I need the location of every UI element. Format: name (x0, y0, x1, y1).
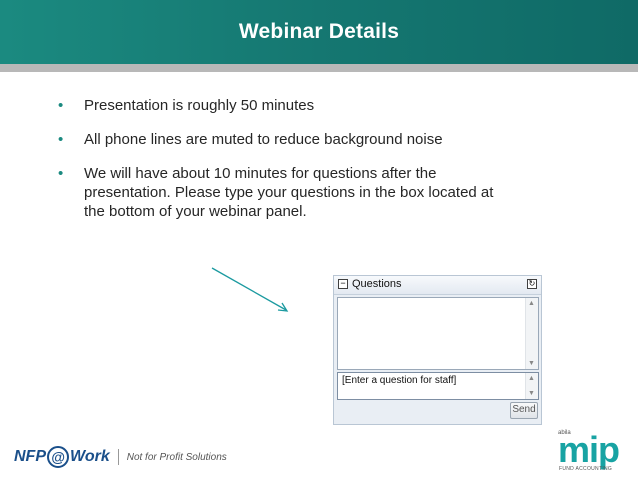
bullet-text: We will have about 10 minutes for questi… (84, 165, 494, 220)
scroll-up-icon[interactable]: ▲ (528, 300, 535, 307)
question-input[interactable]: [Enter a question for staff] ▲ ▼ (337, 372, 539, 400)
slide-header: Webinar Details (0, 0, 638, 64)
bullet-dot-icon: • (58, 97, 64, 114)
mip-subtitle: FUND ACCOUNTING (559, 466, 613, 472)
scroll-down-icon[interactable]: ▼ (528, 360, 535, 367)
question-input-placeholder: [Enter a question for staff] (342, 375, 457, 386)
questions-log-scrollbar[interactable]: ▲ ▼ (525, 298, 538, 369)
questions-log: ▲ ▼ (337, 297, 539, 370)
send-button[interactable]: Send (510, 402, 538, 419)
bullet-text: Presentation is roughly 50 minutes (84, 97, 315, 114)
bullet-item: • Presentation is roughly 50 minutes (56, 96, 496, 115)
scroll-up-icon[interactable]: ▲ (528, 375, 535, 382)
logo-at-icon: @ (47, 446, 69, 468)
pointer-arrow-icon (211, 267, 289, 312)
bullet-dot-icon: • (58, 165, 64, 182)
slide-title: Webinar Details (238, 20, 400, 43)
bullet-dot-icon: • (58, 131, 64, 148)
scroll-down-icon[interactable]: ▼ (528, 390, 535, 397)
question-input-scrollbar[interactable]: ▲ ▼ (525, 373, 538, 399)
bullet-list: • Presentation is roughly 50 minutes • A… (56, 96, 496, 236)
bullet-item: • We will have about 10 minutes for ques… (56, 164, 496, 221)
questions-title: Questions (352, 278, 402, 290)
questions-panel: − Questions ↻ ▲ ▼ [Enter a question for … (333, 275, 542, 425)
nfp-at-work-logo: NFP @ Work Not for Profit Solutions (14, 446, 227, 468)
mip-text: mip (558, 429, 620, 470)
logo-divider (117, 449, 119, 465)
logo-work-text: Work (70, 448, 110, 465)
footer-tagline: Not for Profit Solutions (126, 451, 227, 463)
header-divider-bar (0, 64, 638, 72)
abila-mip-logo: abila mip FUND ACCOUNTING (558, 430, 626, 474)
questions-titlebar: − Questions ↻ (334, 276, 541, 295)
minus-box-icon[interactable]: − (338, 279, 348, 289)
popout-icon[interactable]: ↻ (527, 279, 537, 289)
bullet-text: All phone lines are muted to reduce back… (84, 131, 443, 148)
bullet-item: • All phone lines are muted to reduce ba… (56, 130, 496, 149)
logo-nfp-text: NFP (14, 448, 46, 465)
